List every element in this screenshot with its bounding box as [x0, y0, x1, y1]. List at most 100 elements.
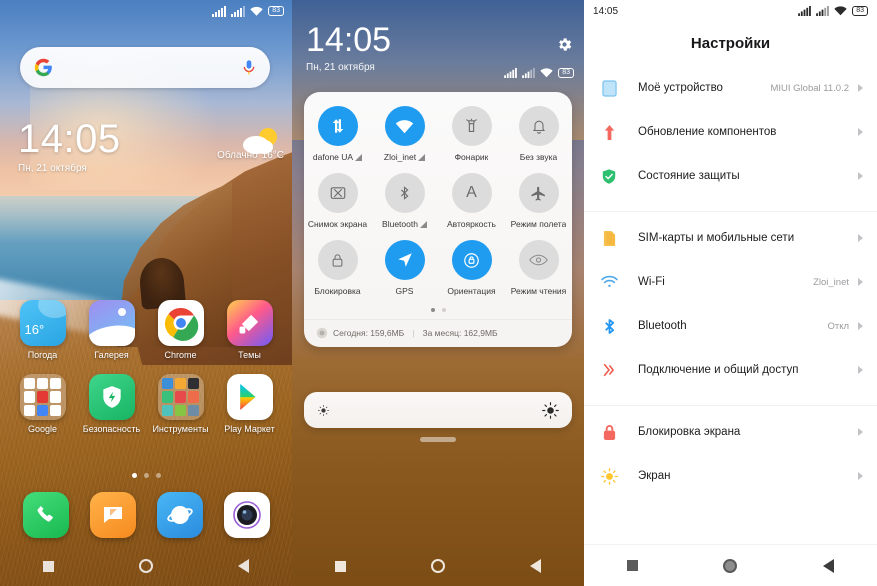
qs-tile-auto-brightness[interactable]: A Автояркость: [440, 173, 504, 229]
weather-icon-badge: 16°: [24, 322, 45, 337]
qs-tile-screenshot[interactable]: Снимок экрана: [306, 173, 370, 229]
weather-widget[interactable]: Облачно 16°C: [217, 128, 284, 161]
bell-mute-icon: [518, 106, 559, 146]
back-triangle-icon[interactable]: [530, 559, 542, 573]
qs-tile-reading-mode[interactable]: Режим чтения: [507, 240, 571, 296]
qs-tile-bluetooth[interactable]: Bluetooth: [373, 173, 437, 229]
app-gallery[interactable]: Галерея: [80, 300, 144, 360]
phone-app-icon[interactable]: [22, 492, 69, 538]
signal-bars-icon: [522, 68, 536, 78]
navigation-bar: [584, 544, 877, 586]
app-security[interactable]: Безопасность: [80, 374, 144, 434]
qs-page-dot[interactable]: [441, 308, 446, 312]
google-g-icon: [34, 58, 52, 77]
device-icon: [598, 77, 620, 99]
qs-tile-airplane[interactable]: Режим полета: [507, 173, 571, 229]
pull-handle[interactable]: [420, 437, 456, 442]
settings-row-label: Блокировка экрана: [638, 426, 741, 438]
chevron-right-icon: [858, 428, 863, 436]
qs-row-1: dafone UA Zloi_inet Фонарик Без звука: [304, 106, 572, 162]
messages-app-icon[interactable]: [89, 492, 136, 538]
settings-row-lock-screen[interactable]: Блокировка экрана: [584, 410, 877, 454]
data-usage-row[interactable]: Сегодня: 159,6МБ | За месяц: 162,9МБ: [304, 319, 572, 347]
qs-tile-gps[interactable]: GPS: [373, 240, 437, 296]
lockscreen-clock-widget[interactable]: 14:05 Пн, 21 октября: [18, 118, 121, 174]
page-dot[interactable]: [155, 473, 161, 478]
status-time: 14:05: [593, 5, 619, 17]
settings-group-3: Блокировка экрана Экран: [584, 405, 877, 502]
group-spacer: [584, 392, 877, 401]
qs-row-2: Снимок экрана Bluetooth A Автояркость Ре…: [304, 173, 572, 229]
settings-row-wifi[interactable]: Wi-Fi Zloi_inet: [584, 260, 877, 304]
security-app-icon: [88, 374, 135, 420]
app-themes[interactable]: Темы: [218, 300, 282, 360]
qs-tile-flashlight[interactable]: Фонарик: [440, 106, 504, 162]
home-circle-icon[interactable]: [430, 559, 445, 573]
folder-tools[interactable]: Инструменты: [149, 374, 213, 434]
back-triangle-icon[interactable]: [238, 559, 250, 573]
shield-check-icon: [598, 165, 620, 187]
qs-page-dot[interactable]: [430, 308, 435, 312]
app-play-store[interactable]: Play Маркет: [218, 374, 282, 434]
microphone-icon[interactable]: [242, 59, 256, 77]
sharing-icon: [598, 359, 620, 381]
data-usage-month: За месяц: 162,9МБ: [422, 328, 498, 338]
settings-row-label: Моё устройство: [638, 82, 723, 94]
sim-badge-icon: [418, 153, 426, 161]
brightness-slider[interactable]: [304, 392, 572, 428]
page-dot[interactable]: [143, 473, 149, 478]
chevron-right-icon: [858, 278, 863, 286]
settings-group-1: Моё устройство MIUI Global 11.0.2 Обновл…: [584, 62, 877, 211]
qs-tile-lock[interactable]: Блокировка: [306, 240, 370, 296]
qs-tile-mobile-data[interactable]: dafone UA: [306, 106, 370, 162]
qs-page-indicator[interactable]: [304, 307, 572, 319]
home-circle-icon[interactable]: [138, 559, 153, 573]
brightness-low-icon: [317, 404, 330, 416]
qs-tile-silent[interactable]: Без звука: [507, 106, 571, 162]
dock: [0, 492, 292, 538]
chevron-right-icon: [858, 366, 863, 374]
app-chrome[interactable]: Chrome: [149, 300, 213, 360]
brightness-high-icon: [542, 401, 559, 419]
home-clock-time: 14:05: [18, 117, 121, 161]
settings-row-security-status[interactable]: Состояние защиты: [584, 154, 877, 198]
signal-bars-icon: [504, 68, 518, 78]
settings-row-connection-sharing[interactable]: Подключение и общий доступ: [584, 348, 877, 392]
location-arrow-icon: [384, 240, 425, 280]
app-weather[interactable]: 16° Погода: [11, 300, 75, 360]
settings-row-bluetooth[interactable]: Bluetooth Откл: [584, 304, 877, 348]
qs-tile-label: dafone UA: [313, 152, 363, 162]
recents-square-icon[interactable]: [334, 560, 346, 572]
app-label: Галерея: [94, 350, 129, 360]
settings-row-components-update[interactable]: Обновление компонентов: [584, 110, 877, 154]
google-folder-icon: [19, 374, 66, 420]
signal-bars-icon: [798, 6, 812, 16]
qs-tile-wifi[interactable]: Zloi_inet: [373, 106, 437, 162]
recents-square-icon[interactable]: [42, 560, 54, 572]
settings-row-display[interactable]: Экран: [584, 454, 877, 498]
qs-tile-label: Автояркость: [447, 219, 496, 229]
home-circle-icon[interactable]: [723, 558, 738, 573]
app-label: Погода: [27, 350, 58, 360]
eye-reading-icon: [518, 240, 559, 280]
qs-tile-orientation[interactable]: Ориентация: [440, 240, 504, 296]
app-label: Chrome: [164, 350, 197, 360]
mobile-data-icon: [317, 106, 358, 146]
camera-app-icon[interactable]: [223, 492, 270, 538]
page-dot[interactable]: [131, 473, 137, 478]
app-label: Google: [27, 424, 58, 434]
settings-gear-icon[interactable]: [556, 36, 573, 58]
wifi-icon: [384, 106, 425, 146]
settings-row-value: Zloi_inet: [813, 276, 849, 288]
browser-app-icon[interactable]: [156, 492, 203, 538]
google-search-widget[interactable]: [20, 47, 270, 88]
back-triangle-icon[interactable]: [823, 558, 835, 573]
settings-row-my-device[interactable]: Моё устройство MIUI Global 11.0.2: [584, 66, 877, 110]
quick-settings-clock[interactable]: 14:05 Пн, 21 октября: [306, 22, 391, 73]
signal-bars-icon: [212, 5, 227, 17]
recents-square-icon[interactable]: [626, 560, 638, 571]
folder-google[interactable]: Google: [11, 374, 75, 434]
settings-row-sim-cards[interactable]: SIM-карты и мобильные сети: [584, 216, 877, 260]
screenshot-icon: [317, 173, 358, 213]
home-page-indicator[interactable]: [0, 473, 292, 478]
